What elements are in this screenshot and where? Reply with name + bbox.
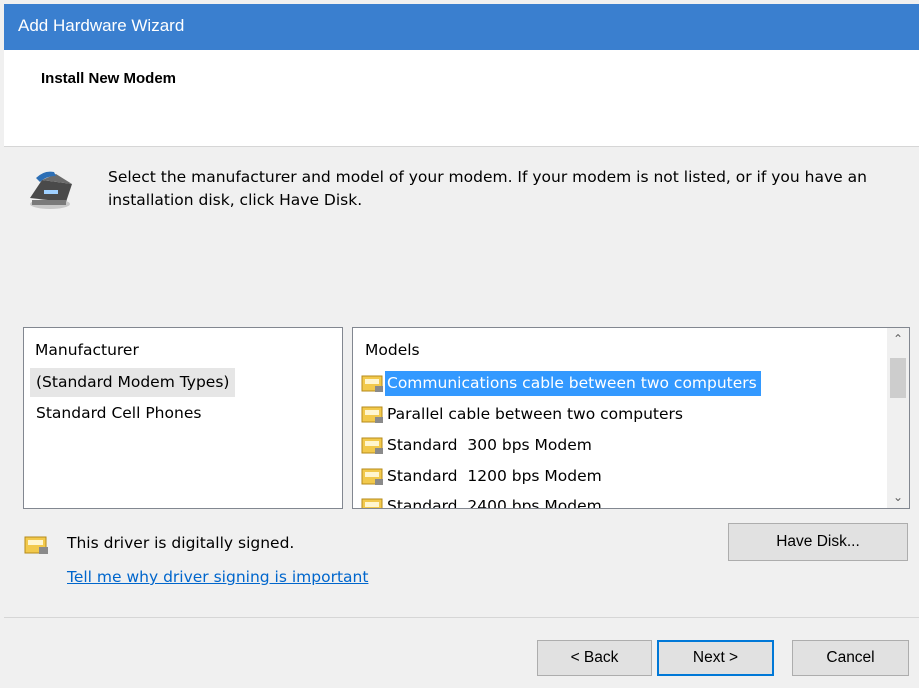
model-item-label: Communications cable between two compute… bbox=[385, 371, 761, 396]
model-item-2400-bps[interactable]: Standard 2400 bps Modem bbox=[361, 493, 606, 509]
driver-package-icon bbox=[361, 437, 383, 454]
model-item-label: Standard 300 bps Modem bbox=[387, 436, 592, 454]
manufacturer-item-standard-modem-types[interactable]: (Standard Modem Types) bbox=[30, 368, 236, 397]
next-button[interactable]: Next > bbox=[657, 640, 774, 676]
have-disk-button[interactable]: Have Disk... bbox=[728, 523, 908, 561]
cancel-button[interactable]: Cancel bbox=[792, 640, 909, 676]
signing-status-text: This driver is digitally signed. bbox=[67, 534, 295, 552]
window-title: Add Hardware Wizard bbox=[18, 16, 185, 35]
driver-package-icon bbox=[361, 468, 383, 485]
model-item-parallel-cable[interactable]: Parallel cable between two computers bbox=[361, 401, 687, 428]
scroll-up-icon[interactable]: ⌃ bbox=[887, 328, 909, 350]
models-header: Models bbox=[365, 341, 420, 359]
scroll-thumb[interactable] bbox=[890, 358, 906, 398]
model-item-label: Parallel cable between two computers bbox=[387, 405, 683, 423]
wizard-header: Install New Modem bbox=[4, 50, 919, 147]
signed-driver-icon bbox=[24, 536, 48, 554]
manufacturer-list[interactable]: Manufacturer (Standard Modem Types) Stan… bbox=[23, 327, 343, 509]
scroll-down-icon[interactable]: ⌄ bbox=[887, 486, 909, 508]
driver-package-icon bbox=[361, 498, 383, 508]
driver-package-icon bbox=[361, 406, 383, 423]
model-item-communications-cable[interactable]: Communications cable between two compute… bbox=[361, 370, 761, 397]
modem-icon bbox=[30, 171, 72, 209]
model-item-label: Standard 2400 bps Modem bbox=[387, 497, 602, 509]
models-scrollbar[interactable]: ⌃ ⌄ bbox=[887, 328, 909, 508]
driver-package-icon bbox=[361, 375, 383, 392]
page-heading: Install New Modem bbox=[41, 70, 177, 87]
footer-divider bbox=[4, 617, 919, 618]
back-button[interactable]: < Back bbox=[537, 640, 652, 676]
manufacturer-header: Manufacturer bbox=[35, 341, 139, 359]
instruction-text: Select the manufacturer and model of you… bbox=[108, 168, 867, 209]
driver-signing-link[interactable]: Tell me why driver signing is important bbox=[67, 568, 368, 586]
model-item-1200-bps[interactable]: Standard 1200 bps Modem bbox=[361, 463, 606, 490]
models-list[interactable]: Models Communications cable between two … bbox=[352, 327, 910, 509]
model-item-label: Standard 1200 bps Modem bbox=[387, 467, 602, 485]
manufacturer-item-standard-cell-phones[interactable]: Standard Cell Phones bbox=[30, 399, 207, 428]
model-item-300-bps[interactable]: Standard 300 bps Modem bbox=[361, 432, 596, 459]
title-bar: Add Hardware Wizard bbox=[4, 4, 919, 50]
